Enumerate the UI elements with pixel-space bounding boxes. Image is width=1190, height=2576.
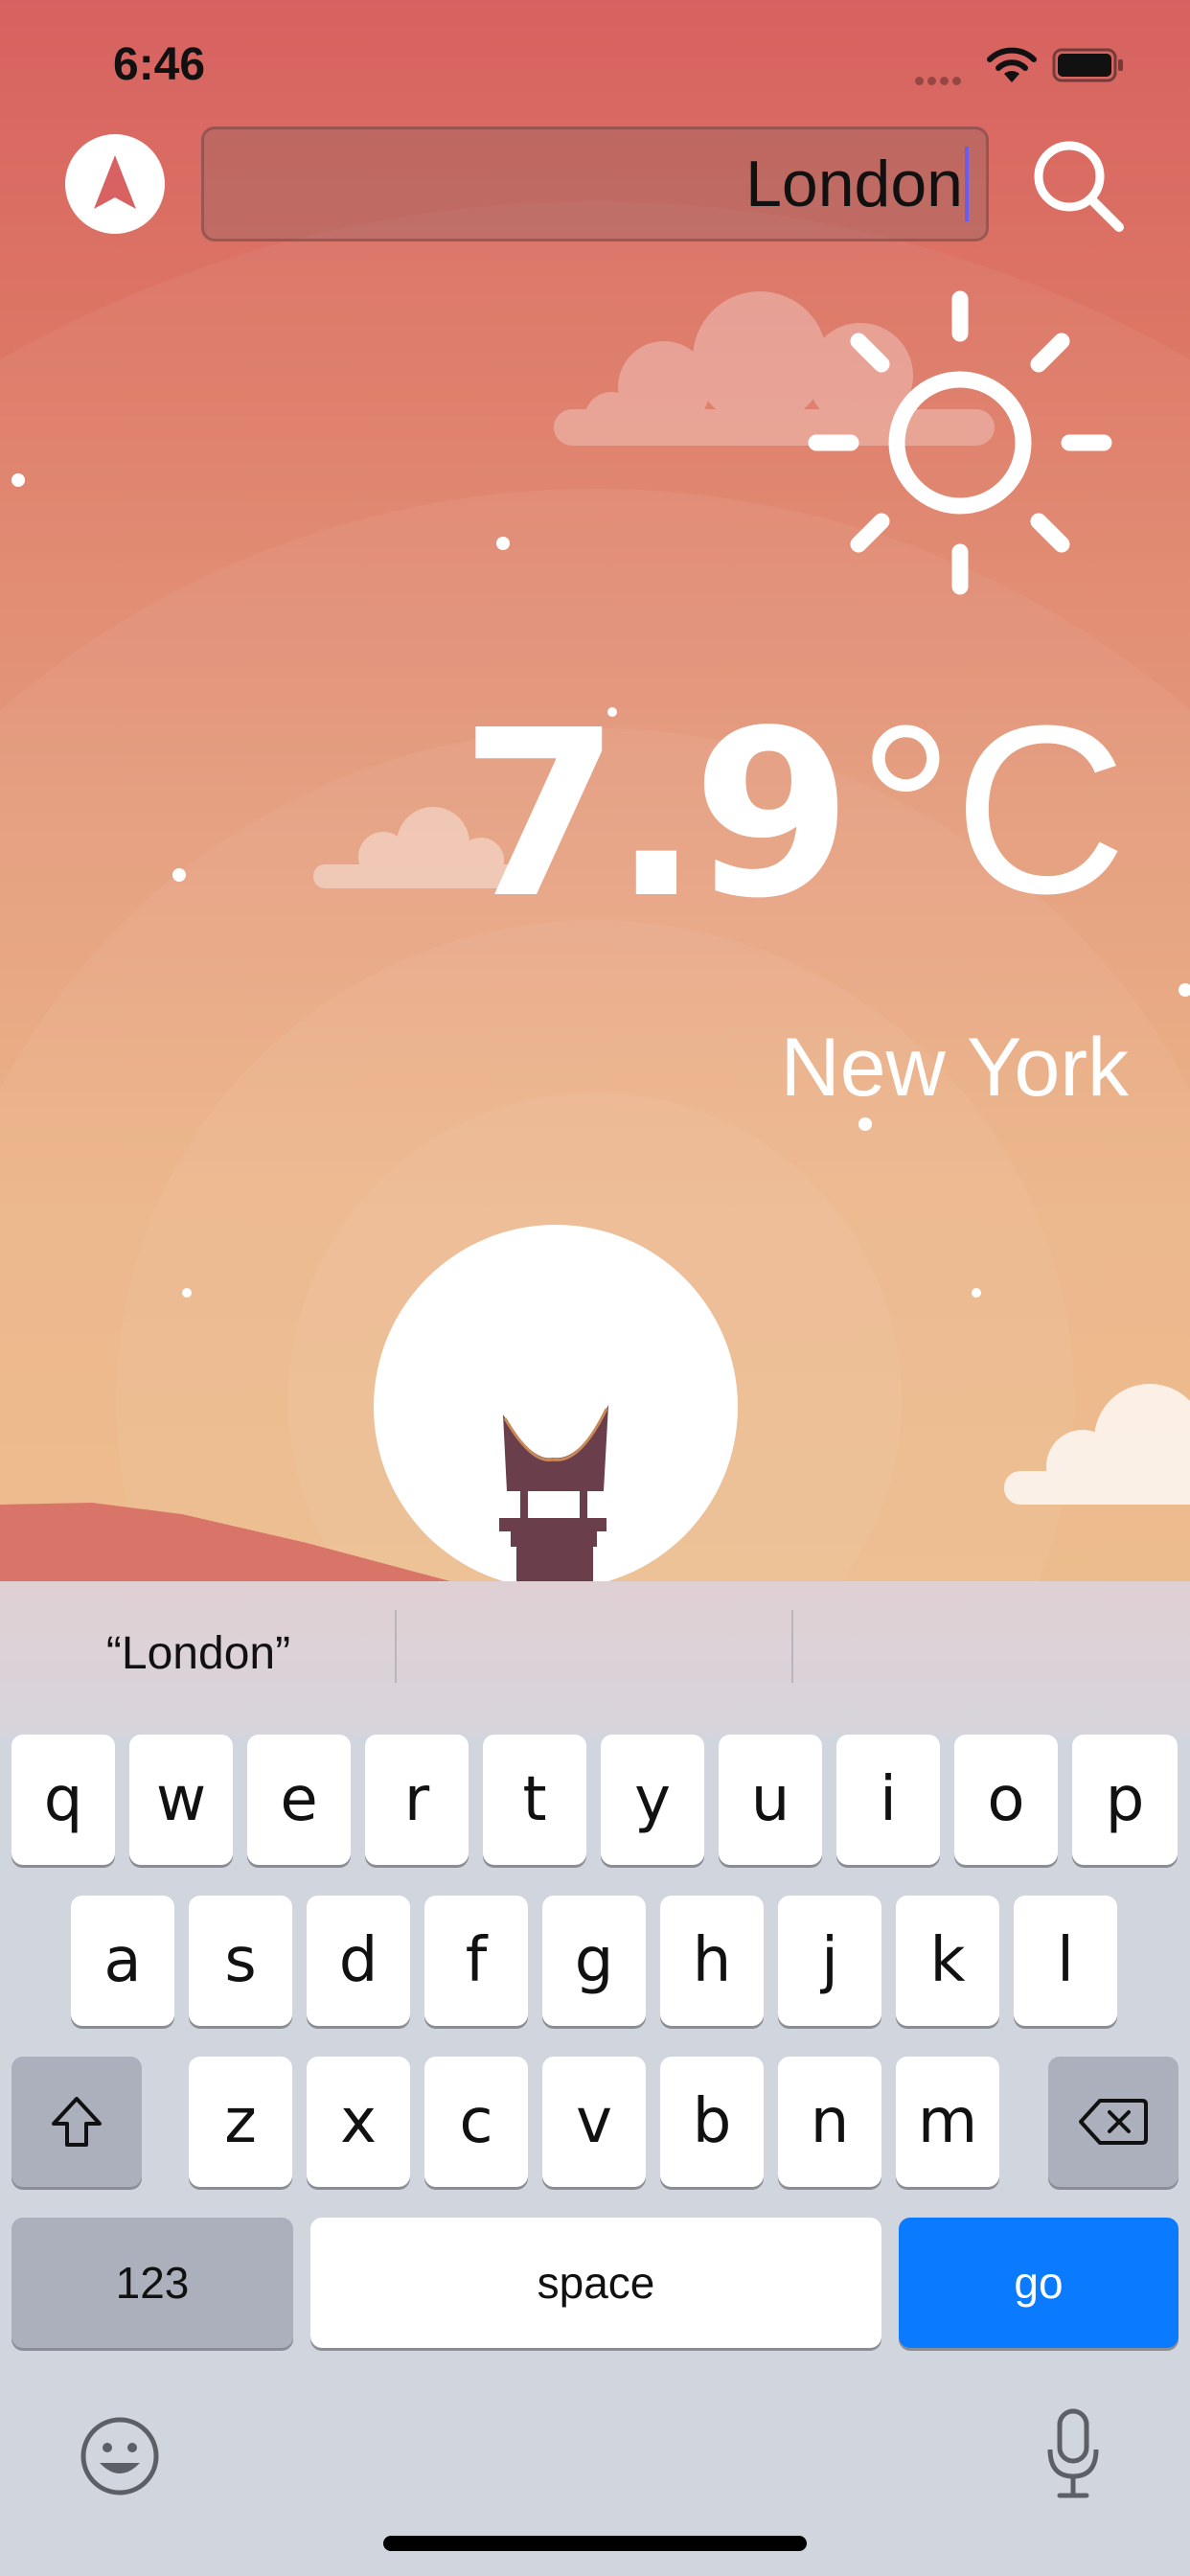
emoji-icon[interactable] xyxy=(77,2413,163,2499)
key-u[interactable]: u xyxy=(719,1735,822,1865)
temperature-value: 7.9 xyxy=(460,680,852,949)
key-f[interactable]: f xyxy=(424,1896,528,2026)
space-key[interactable]: space xyxy=(310,2218,881,2348)
temperature-display: 7.9 °C xyxy=(460,676,1127,949)
delete-key[interactable] xyxy=(1048,2057,1179,2187)
status-time: 6:46 xyxy=(113,39,206,90)
suggestion-bar: “London” xyxy=(0,1581,1190,1725)
key-s[interactable]: s xyxy=(189,1896,292,2026)
star-decoration xyxy=(972,1288,981,1298)
shift-icon xyxy=(52,2097,102,2147)
key-o[interactable]: o xyxy=(954,1735,1058,1865)
star-decoration xyxy=(1179,983,1190,997)
key-r[interactable]: r xyxy=(365,1735,469,1865)
key-p[interactable]: p xyxy=(1072,1735,1178,1865)
key-g[interactable]: g xyxy=(542,1896,646,2026)
suggestion-item[interactable]: “London” xyxy=(0,1581,397,1725)
wifi-icon xyxy=(987,47,1037,82)
key-m[interactable]: m xyxy=(896,2057,999,2187)
key-z[interactable]: z xyxy=(189,2057,292,2187)
suggestion-item[interactable] xyxy=(397,1581,793,1725)
key-c[interactable]: c xyxy=(424,2057,528,2187)
key-y[interactable]: y xyxy=(601,1735,704,1865)
weather-screen: 6:46 London 7.9 °C New York “London” q w… xyxy=(0,0,1190,2576)
key-q[interactable]: q xyxy=(11,1735,115,1865)
key-h[interactable]: h xyxy=(660,1896,764,2026)
shift-key[interactable] xyxy=(11,2057,142,2187)
home-indicator[interactable] xyxy=(383,2536,807,2551)
star-decoration xyxy=(172,868,186,882)
key-t[interactable]: t xyxy=(483,1735,586,1865)
key-j[interactable]: j xyxy=(778,1896,881,2026)
numbers-key[interactable]: 123 xyxy=(11,2218,293,2348)
star-decoration xyxy=(11,473,25,487)
battery-icon xyxy=(1052,48,1123,82)
key-a[interactable]: a xyxy=(71,1896,174,2026)
key-b[interactable]: b xyxy=(660,2057,764,2187)
key-k[interactable]: k xyxy=(896,1896,999,2026)
key-i[interactable]: i xyxy=(836,1735,940,1865)
go-key[interactable]: go xyxy=(899,2218,1179,2348)
key-e[interactable]: e xyxy=(247,1735,351,1865)
location-button[interactable] xyxy=(65,134,165,234)
star-decoration xyxy=(182,1288,192,1298)
location-arrow-icon xyxy=(94,155,136,209)
star-decoration xyxy=(858,1117,872,1131)
city-name: New York xyxy=(780,1022,1129,1114)
search-input[interactable]: London xyxy=(201,126,989,242)
key-d[interactable]: d xyxy=(307,1896,410,2026)
search-input-value: London xyxy=(745,148,963,220)
key-x[interactable]: x xyxy=(307,2057,410,2187)
status-bar: 6:46 xyxy=(0,0,1190,125)
sun-icon xyxy=(808,290,1112,595)
text-cursor xyxy=(965,147,969,221)
temperature-unit: °C xyxy=(858,676,1127,943)
search-icon[interactable] xyxy=(1025,134,1131,240)
key-w[interactable]: w xyxy=(129,1735,233,1865)
signal-icon xyxy=(915,73,973,85)
star-decoration xyxy=(496,537,510,550)
weather-scene: 6:46 London 7.9 °C New York xyxy=(0,0,1190,1581)
key-v[interactable]: v xyxy=(542,2057,646,2187)
keyboard: “London” q w e r t y u i o p a s d f g h… xyxy=(0,1581,1190,2576)
key-n[interactable]: n xyxy=(778,2057,881,2187)
key-l[interactable]: l xyxy=(1014,1896,1117,2026)
suggestion-item[interactable] xyxy=(793,1581,1190,1725)
microphone-icon[interactable] xyxy=(1044,2407,1102,2499)
delete-icon xyxy=(1079,2099,1148,2145)
pagoda-silhouette xyxy=(499,1405,608,1581)
